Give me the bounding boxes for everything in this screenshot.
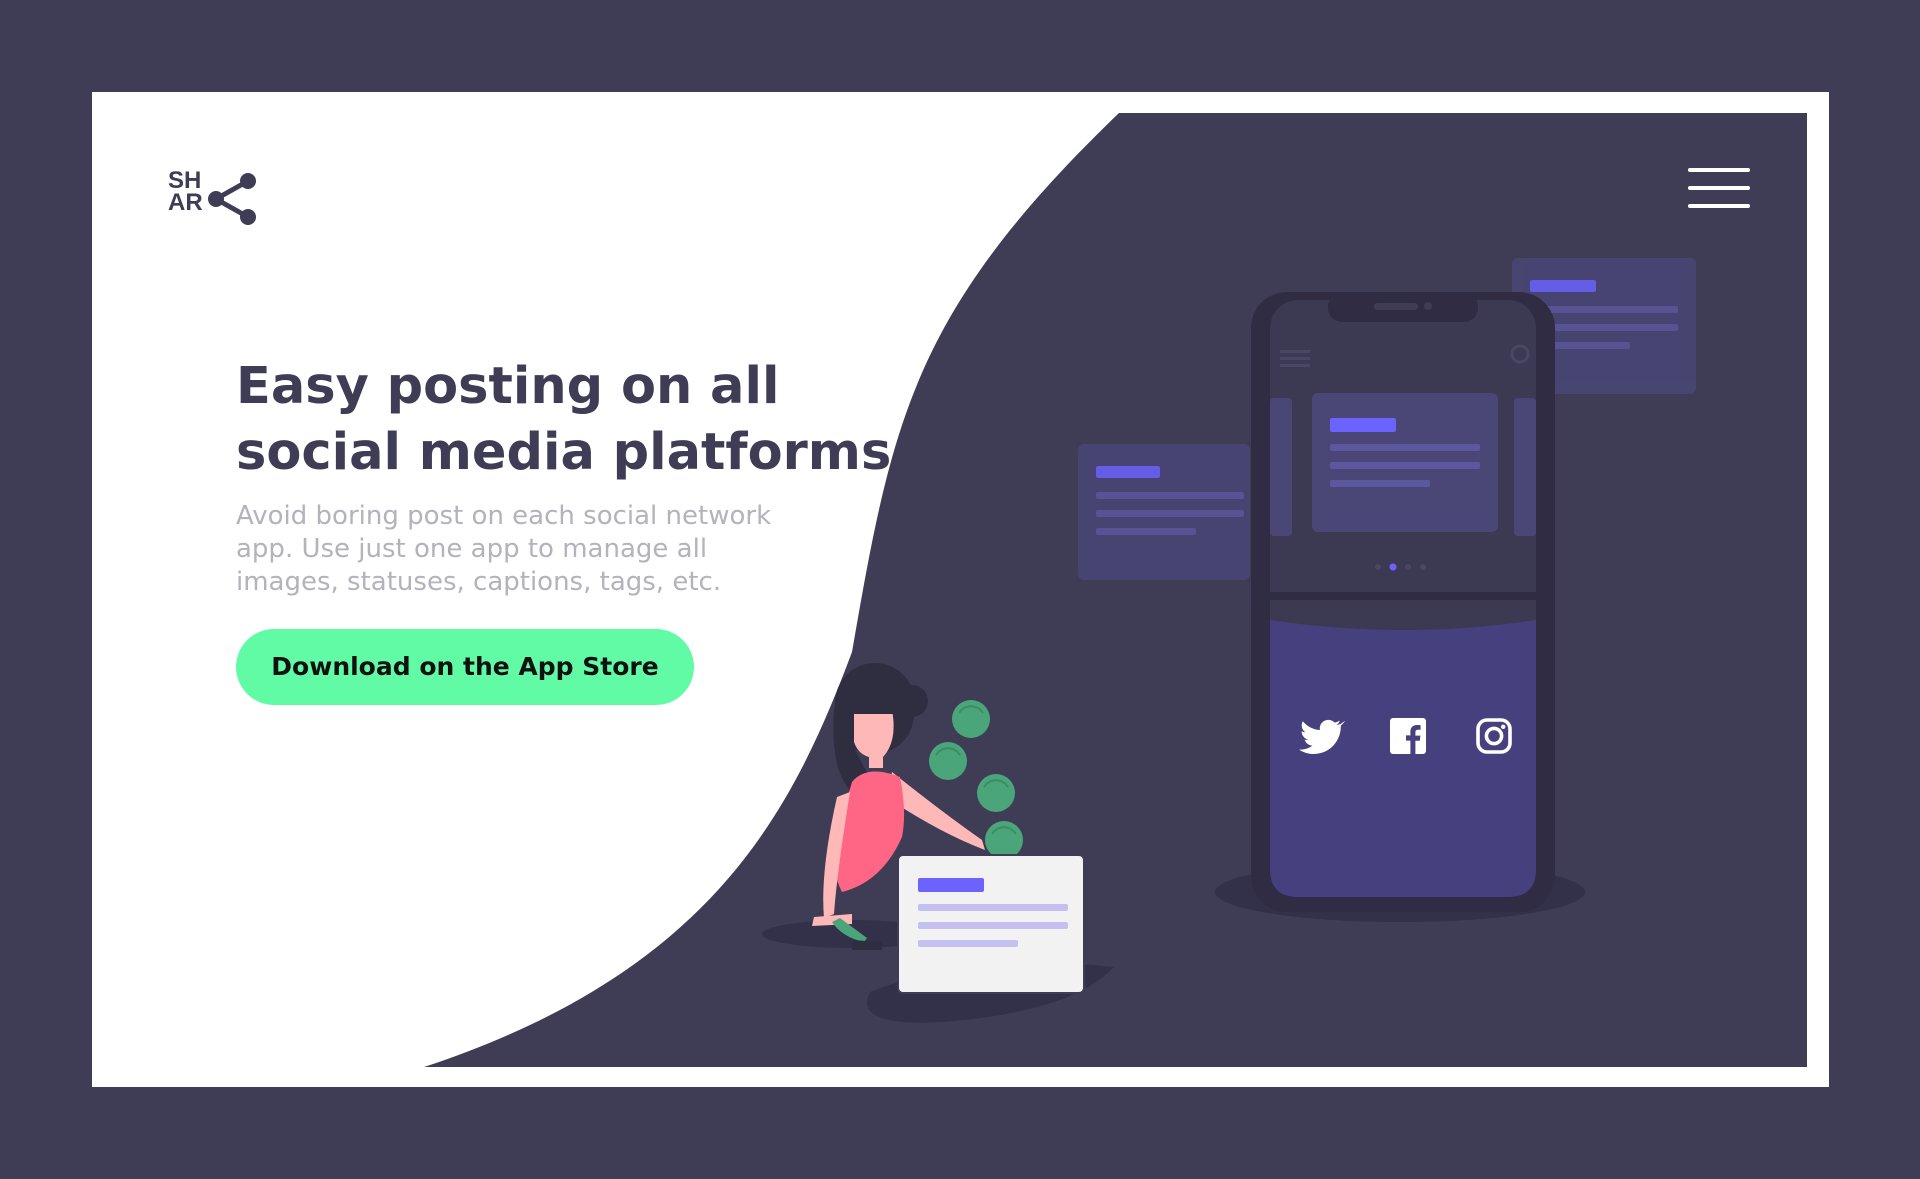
post-card — [897, 854, 1085, 994]
hamburger-menu-button[interactable] — [1688, 166, 1752, 216]
twitter-icon — [1299, 719, 1345, 754]
phone-device — [1251, 292, 1555, 912]
floating-card-left — [1078, 444, 1250, 580]
instagram-icon — [1476, 718, 1512, 754]
instagram-button[interactable] — [1470, 712, 1518, 760]
twitter-button[interactable] — [1297, 712, 1345, 760]
hero-headline: Easy posting on all social media platfor… — [236, 357, 892, 482]
brand-logo[interactable]: SH AR — [168, 169, 268, 230]
download-app-store-button[interactable]: Download on the App Store — [236, 629, 694, 705]
facebook-icon — [1390, 718, 1426, 754]
facebook-button[interactable] — [1384, 712, 1432, 760]
hamburger-menu-icon — [1688, 168, 1750, 208]
landing-frame: SH AR Easy posting on all social media p… — [92, 92, 1829, 1087]
share-icon — [208, 173, 256, 225]
hero-description: Avoid boring post on each social network… — [236, 501, 772, 597]
